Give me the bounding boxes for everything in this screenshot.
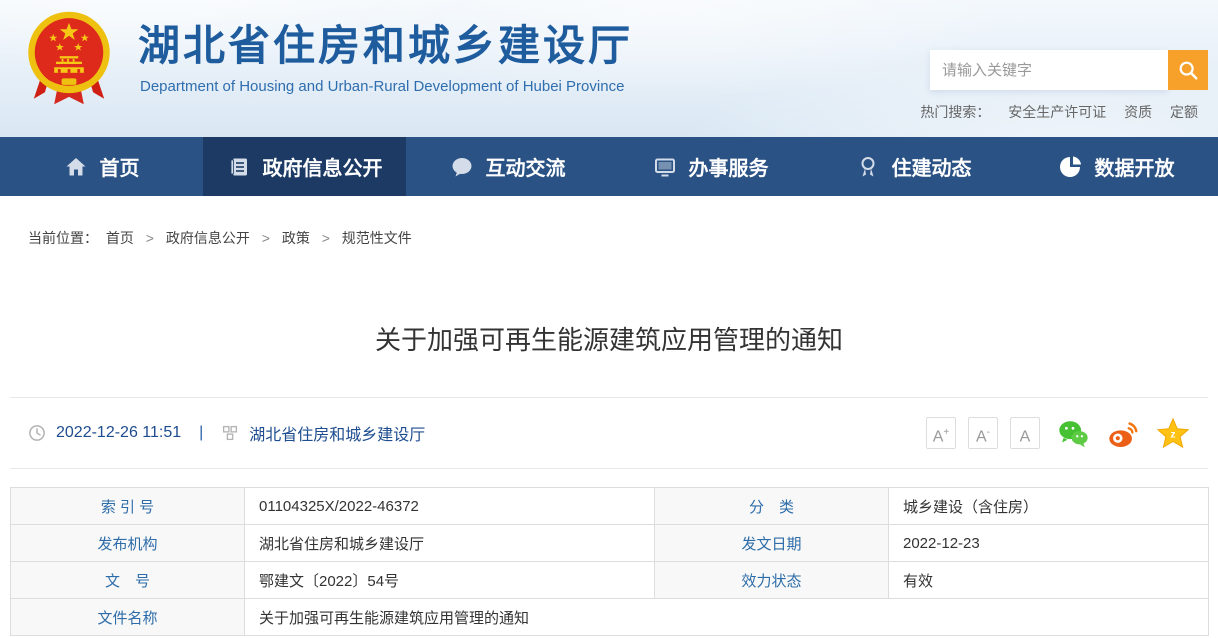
field-label-category: 分 类 [655, 488, 889, 525]
field-label-doc-no: 文 号 [11, 562, 245, 599]
article-source: 湖北省住房和城乡建设厅 [249, 421, 425, 445]
table-row: 发布机构 湖北省住房和城乡建设厅 发文日期 2022-12-23 [11, 525, 1209, 562]
field-label-validity: 效力状态 [655, 562, 889, 599]
search-button[interactable] [1168, 50, 1208, 90]
article-meta-left: 2022-12-26 11:51 | 湖北省住房和城乡建设厅 [28, 421, 425, 445]
field-value-doc-no: 鄂建文〔2022〕54号 [245, 562, 655, 599]
badge-icon [856, 155, 880, 179]
font-larger-button[interactable]: A+ [926, 417, 956, 449]
field-label-issuer: 发布机构 [11, 525, 245, 562]
publish-time: 2022-12-26 11:51 [56, 424, 181, 442]
document-icon [227, 155, 251, 179]
field-label-issue-date: 发文日期 [655, 525, 889, 562]
hot-search-link-2[interactable]: 资质 [1124, 104, 1152, 120]
article-title: 关于加强可再生能源建筑应用管理的通知 [0, 320, 1218, 357]
article-meta-right: A+ A- A z [926, 416, 1190, 450]
breadcrumb: 当前位置： 首页 > 政府信息公开 > 政策 > 规范性文件 [28, 228, 1218, 248]
breadcrumb-separator: > [322, 230, 330, 246]
font-reset-button[interactable]: A [1010, 417, 1040, 449]
monitor-icon [653, 155, 677, 179]
nav-item-label: 办事服务 [689, 152, 769, 181]
search-input[interactable] [930, 50, 1168, 90]
breadcrumb-home[interactable]: 首页 [106, 230, 134, 246]
field-label-index-no: 索 引 号 [11, 488, 245, 525]
nav-item-home[interactable]: 首页 [0, 137, 203, 196]
table-row: 文 号 鄂建文〔2022〕54号 效力状态 有效 [11, 562, 1209, 599]
organization-icon [221, 424, 239, 442]
nav-item-label: 数据开放 [1095, 152, 1175, 181]
breadcrumb-policy[interactable]: 政策 [282, 230, 310, 246]
meta-divider: | [199, 424, 203, 442]
breadcrumb-separator: > [146, 230, 154, 246]
field-value-category: 城乡建设（含住房） [889, 488, 1209, 525]
breadcrumb-normative-docs[interactable]: 规范性文件 [342, 230, 412, 246]
search-icon [1177, 59, 1199, 81]
svg-text:z: z [1170, 430, 1175, 441]
table-row: 文件名称 关于加强可再生能源建筑应用管理的通知 [11, 599, 1209, 636]
hot-search-label: 热门搜索： [920, 104, 990, 120]
china-national-emblem [22, 8, 116, 108]
nav-item-services[interactable]: 办事服务 [609, 137, 812, 196]
breadcrumb-gov-info[interactable]: 政府信息公开 [166, 230, 250, 246]
nav-item-label: 政府信息公开 [263, 152, 383, 181]
field-value-issuer: 湖北省住房和城乡建设厅 [245, 525, 655, 562]
nav-item-news[interactable]: 住建动态 [812, 137, 1015, 196]
breadcrumb-label: 当前位置： [28, 230, 98, 246]
nav-item-label: 住建动态 [892, 152, 972, 181]
nav-item-gov-info[interactable]: 政府信息公开 [203, 137, 406, 196]
nav-item-label: 首页 [100, 152, 140, 181]
table-row: 索 引 号 01104325X/2022-46372 分 类 城乡建设（含住房） [11, 488, 1209, 525]
field-value-validity: 有效 [889, 562, 1209, 599]
nav-item-interaction[interactable]: 互动交流 [406, 137, 609, 196]
search-box [930, 50, 1208, 90]
field-value-index-no: 01104325X/2022-46372 [245, 488, 655, 525]
home-icon [64, 155, 88, 179]
hot-search-link-3[interactable]: 定额 [1170, 104, 1198, 120]
clock-icon [28, 424, 46, 442]
nav-item-label: 互动交流 [486, 152, 566, 181]
qzone-star-share-icon[interactable]: z [1156, 416, 1190, 450]
pie-chart-icon [1059, 155, 1083, 179]
main-nav: 首页 政府信息公开 互动交流 办事服务 住建动态 [0, 137, 1218, 196]
site-title: 湖北省住房和城乡建设厅 [138, 12, 633, 73]
weibo-share-icon[interactable] [1106, 416, 1140, 450]
hot-search: 热门搜索： 安全生产许可证 资质 定额 [920, 102, 1198, 122]
field-value-issue-date: 2022-12-23 [889, 525, 1209, 562]
chat-icon [450, 155, 474, 179]
site-header: 湖北省住房和城乡建设厅 Department of Housing and Ur… [0, 0, 1218, 137]
breadcrumb-separator: > [262, 230, 270, 246]
nav-item-open-data[interactable]: 数据开放 [1015, 137, 1218, 196]
wechat-share-icon[interactable] [1056, 416, 1090, 450]
font-smaller-button[interactable]: A- [968, 417, 998, 449]
article-meta-bar: 2022-12-26 11:51 | 湖北省住房和城乡建设厅 A+ A- A [10, 397, 1208, 469]
field-label-doc-title: 文件名称 [11, 599, 245, 636]
field-value-doc-title: 关于加强可再生能源建筑应用管理的通知 [245, 599, 1209, 636]
site-subtitle-en: Department of Housing and Urban-Rural De… [140, 78, 624, 95]
hot-search-link-1[interactable]: 安全生产许可证 [1008, 104, 1106, 120]
document-info-table: 索 引 号 01104325X/2022-46372 分 类 城乡建设（含住房）… [10, 487, 1209, 636]
